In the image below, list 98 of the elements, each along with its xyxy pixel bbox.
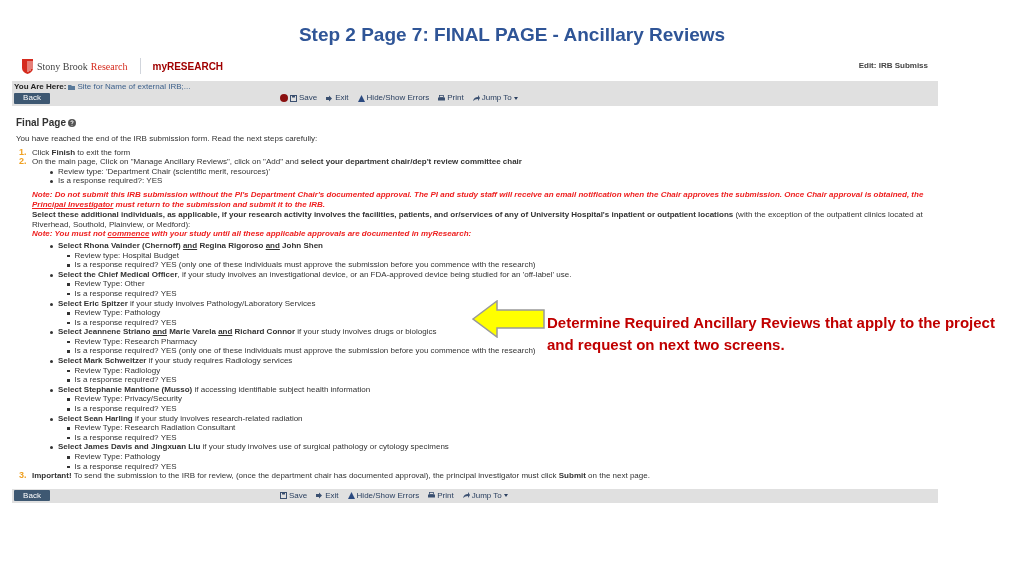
list-item: Review Type: Research Radiation Consultant [74, 423, 236, 433]
list-item: Select James Davis and Jingxuan Liu if your study involves use of surgical pathology or cytology specimens [58, 442, 449, 452]
printer-button[interactable]: Print [438, 92, 464, 104]
share-arrow-icon [462, 492, 470, 500]
save-button[interactable]: Save [290, 92, 318, 104]
callout-text: Determine Required Ancillary Reviews that apply to the project and request on next two screens. [547, 313, 996, 355]
back-button[interactable]: Back [14, 490, 50, 502]
bullet-icon [50, 273, 53, 277]
bullet-icon [67, 350, 70, 353]
breadcrumb-label: You Are Here: [14, 80, 67, 93]
warning-note: Note: Do not submit this IRB submission without the PI's Department Chair's documented approval. The PI and study staff will receive an email notification when the Chair approves the submission. Once Chair approval is obtained, the Principal Investigator must return to the submission and submit it to the IRB. [31, 189, 925, 210]
breadcrumb-link[interactable]: Site for Name of external IRB;... [77, 80, 191, 93]
bullet-icon [67, 283, 70, 286]
jump-to-button[interactable]: Jump To [472, 92, 518, 104]
list-item: Review type: Hospital Budget [74, 250, 179, 261]
warning-icon [347, 492, 355, 500]
list-item: Is a response required? YES [74, 375, 177, 385]
bullet-icon [67, 398, 70, 401]
bullet-icon [67, 321, 70, 325]
list-item: Select the Chief Medical Officer, if your study involves an investigational device, or an FDA-approved device being studied for an 'off-label' use. [58, 269, 572, 280]
bullet-icon [67, 465, 70, 469]
step-text: Click Finish to exit the form [32, 147, 131, 158]
save-button[interactable]: Save [280, 489, 308, 502]
list-item: Review Type: Other [74, 279, 145, 289]
bullet-icon [50, 388, 53, 392]
bullet-icon [67, 408, 70, 411]
step-number: 3. [18, 471, 28, 481]
step-text: Important! To send the submission to the IRB for review, (once the department chair has documented approval), the principal investigator must click Submit on the next page. [32, 471, 650, 481]
save-icon [290, 94, 297, 102]
caret-icon [513, 96, 518, 100]
list-item: Review Type: Privacy/Security [74, 394, 182, 405]
toggle-errors-button[interactable]: Hide/Show Errors [347, 489, 420, 502]
page-title: Final Page [16, 118, 66, 128]
printer-icon [438, 94, 446, 102]
list-item: Is a response required?: YES [58, 176, 163, 186]
list-item: Review Type: Pathology [74, 308, 161, 318]
list-item: Is a response required? YES (only one of these individuals must approve the submission before you commence with the research) [74, 346, 536, 357]
save-icon [280, 492, 287, 500]
bullet-icon [50, 302, 53, 306]
intro-text: You have reached the end of the IRB submission form. Read the next steps carefully: [16, 134, 319, 144]
bullet-icon [67, 312, 70, 315]
warning-icon [357, 94, 365, 102]
step-number: 1. [18, 147, 28, 158]
bullet-icon [50, 170, 53, 174]
exit-icon [316, 492, 324, 500]
list-item: Is a response required? YES [74, 404, 177, 414]
bullet-icon [67, 427, 70, 430]
list-item: Review Type: Radiology [74, 365, 161, 376]
slide-title: Step 2 Page 7: FINAL PAGE - Ancillary Reviews [297, 23, 727, 47]
list-item: Review type: 'Department Chair (scientific merit, resources)' [58, 166, 270, 177]
shield-logo-icon [22, 58, 33, 74]
folder-icon [68, 83, 76, 90]
list-item: Select Mark Schweitzer if your study requires Radiology services [58, 356, 293, 366]
list-item: Select Sean Harling if your study involves research-related radiation [58, 413, 303, 424]
bullet-icon [67, 369, 70, 373]
help-icon [68, 119, 76, 127]
bullet-icon [50, 417, 53, 421]
list-item: Is a response required? YES [74, 432, 177, 443]
edit-label: Edit: IRB Submiss [858, 60, 928, 72]
back-button[interactable]: Back [14, 92, 50, 104]
list-item: Is a response required? YES (only one of these individuals must approve the submission before you commence with the research) [74, 260, 536, 270]
exit-button[interactable]: Exit [316, 489, 339, 502]
list-item: Select Stephanie Mantione (Musso) if accessing identifiable subject health information [58, 384, 371, 395]
list-item: Select Jeannene Striano and Marie Varela and Richard Connor if your study involves drugs or biologics [58, 327, 437, 337]
bullet-icon [67, 436, 70, 440]
bullet-icon [50, 360, 53, 364]
list-item: Review Type: Pathology [74, 452, 161, 462]
list-item: Is a response required? YES [74, 288, 177, 299]
step-text: On the main page, Click on "Manage Ancillary Reviews", click on "Add" and select your department chair/dep't review committee chair [32, 157, 522, 167]
brand-name: Stony Brook [37, 59, 88, 74]
bullet-icon [67, 292, 70, 296]
bullet-icon [67, 264, 70, 267]
warning-note: Note: You must not commence with your study until all these applicable approvals are documented in myResearch: [31, 229, 473, 239]
instruction-text: Select these additional individuals, as applicable, if your research activity involves the facilities, patients, and or/services of any of University Hospital's inpatient or outpatient locations (with the exception of the outpatient clinics located at Riverhead, Southold, Plainview, or Medford): [31, 210, 924, 230]
exit-button[interactable]: Exit [326, 92, 349, 104]
printer-icon [428, 492, 436, 500]
app-name: myRESEARCH [152, 59, 224, 74]
bullet-icon [50, 180, 53, 184]
list-item: Is a response required? YES [74, 317, 177, 328]
step-number: 2. [18, 157, 28, 167]
list-item: Select Rhona Vainder (Chernoff) and Regina Rigoroso and John Shen [58, 240, 323, 251]
exit-icon [326, 94, 334, 102]
bullet-icon [67, 456, 70, 459]
bullet-icon [67, 379, 70, 382]
jump-to-button[interactable]: Jump To [462, 489, 508, 502]
caret-icon [503, 494, 508, 498]
printer-button[interactable]: Print [428, 489, 454, 502]
bullet-icon [50, 446, 53, 450]
brand-accent: Research [90, 59, 128, 74]
share-arrow-icon [472, 94, 480, 102]
bullet-icon [50, 331, 53, 335]
list-item: Select Eric Spitzer if your study involves Pathology/Laboratory Services [58, 298, 316, 309]
bullet-icon [67, 340, 70, 344]
toggle-errors-button[interactable]: Hide/Show Errors [357, 92, 430, 104]
list-item: Review Type: Research Pharmacy [74, 336, 198, 347]
list-item: Is a response required? YES [74, 461, 177, 472]
bullet-icon [50, 244, 53, 248]
bullet-icon [67, 254, 70, 258]
